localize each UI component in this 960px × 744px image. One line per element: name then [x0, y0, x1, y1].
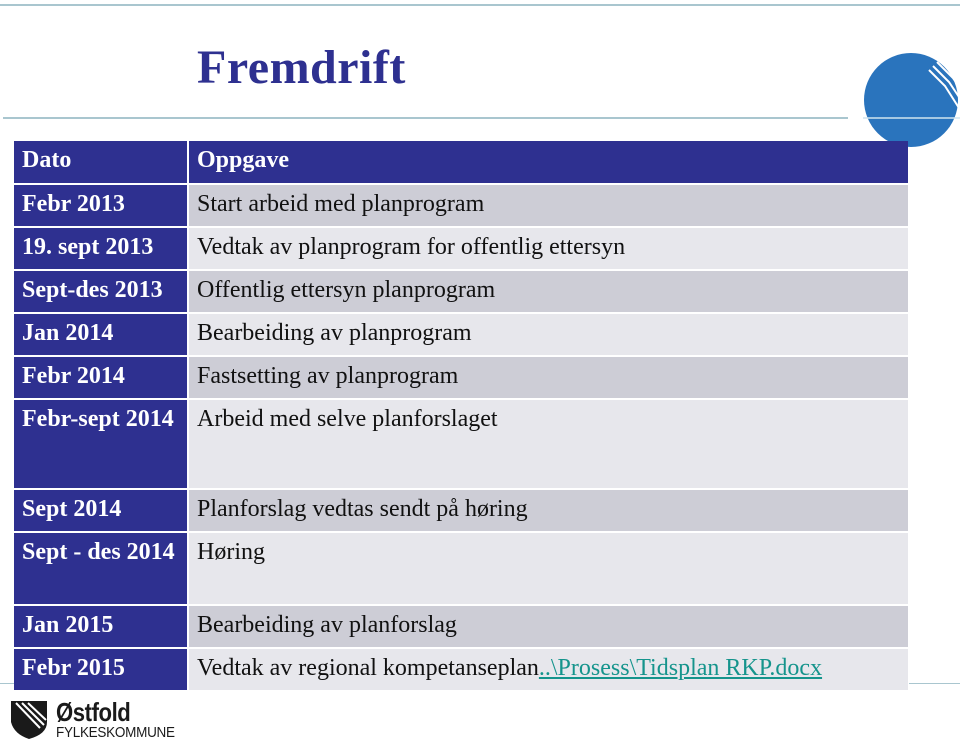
table-row: 19. sept 2013 Vedtak av planprogram for …: [14, 228, 908, 269]
cell-oppgave: Vedtak av planprogram for offentlig ette…: [189, 228, 908, 269]
table-row: Febr 2014 Fastsetting av planprogram: [14, 357, 908, 398]
cell-oppgave: Start arbeid med planprogram: [189, 185, 908, 226]
cell-oppgave: Høring: [189, 533, 908, 604]
title-rule: [3, 117, 848, 119]
cell-oppgave: Fastsetting av planprogram: [189, 357, 908, 398]
table-row: Sept-des 2013 Offentlig ettersyn planpro…: [14, 271, 908, 312]
cell-dato: 19. sept 2013: [14, 228, 187, 269]
tidsplan-document-link[interactable]: ..\Prosess\Tidsplan RKP.docx: [539, 655, 822, 681]
header-dato: Dato: [14, 141, 187, 183]
table-row: Sept - des 2014 Høring: [14, 533, 908, 604]
table-row: Febr 2015 Vedtak av regional kompetansep…: [14, 649, 908, 690]
ostfold-logo: Østfold FYLKESKOMMUNE: [10, 697, 188, 741]
shield-logo-icon: [11, 701, 47, 739]
globe-logo-icon: [863, 53, 960, 147]
cell-dato: Febr 2013: [14, 185, 187, 226]
cell-dato: Sept-des 2013: [14, 271, 187, 312]
cell-dato: Sept - des 2014: [14, 533, 187, 604]
table-row: Jan 2014 Bearbeiding av planprogram: [14, 314, 908, 355]
table-row: Febr 2013 Start arbeid med planprogram: [14, 185, 908, 226]
cell-dato: Febr 2015: [14, 649, 187, 690]
cell-oppgave: Bearbeiding av planforslag: [189, 606, 908, 647]
top-rule: [0, 4, 960, 6]
schedule-table: Dato Oppgave Febr 2013 Start arbeid med …: [12, 139, 910, 692]
table-header-row: Dato Oppgave: [14, 141, 908, 183]
table-row: Sept 2014 Planforslag vedtas sendt på hø…: [14, 490, 908, 531]
cell-dato: Febr-sept 2014: [14, 400, 187, 488]
cell-dato: Sept 2014: [14, 490, 187, 531]
cell-oppgave: Planforslag vedtas sendt på høring: [189, 490, 908, 531]
cell-oppgave: Vedtak av regional kompetanseplan..\Pros…: [189, 649, 908, 690]
cell-oppgave: Offentlig ettersyn planprogram: [189, 271, 908, 312]
table-row: Jan 2015 Bearbeiding av planforslag: [14, 606, 908, 647]
cell-oppgave: Arbeid med selve planforslaget: [189, 400, 908, 488]
cell-oppgave: Bearbeiding av planprogram: [189, 314, 908, 355]
logo-subtitle: FYLKESKOMMUNE: [56, 724, 175, 741]
cell-dato: Jan 2014: [14, 314, 187, 355]
header-oppgave: Oppgave: [189, 141, 908, 183]
logo-name: Østfold: [56, 697, 131, 727]
cell-oppgave-text: Vedtak av regional kompetanseplan: [197, 655, 539, 681]
bottom-rule-right: [909, 683, 960, 684]
slide-title: Fremdrift: [197, 41, 406, 94]
table-row: Febr-sept 2014 Arbeid med selve planfors…: [14, 400, 908, 488]
cell-dato: Jan 2015: [14, 606, 187, 647]
cell-dato: Febr 2014: [14, 357, 187, 398]
